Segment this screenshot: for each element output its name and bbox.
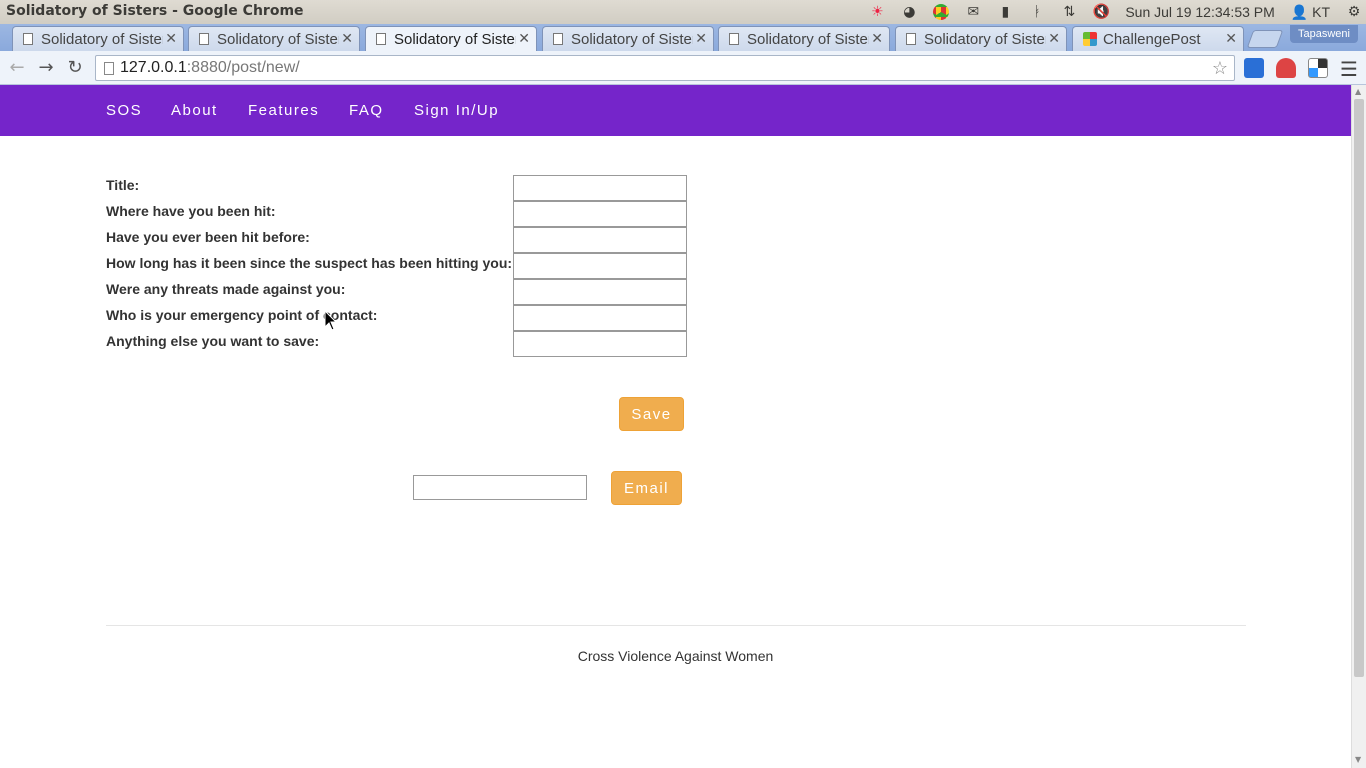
tab-solidatory-1[interactable]: Solidatory of Sisters ✕ — [12, 26, 184, 51]
tab-label: Solidatory of Sisters — [394, 30, 516, 48]
tab-label: Solidatory of Sisters — [41, 30, 163, 48]
extension-icon-1[interactable] — [1244, 58, 1264, 78]
page-scrollbar[interactable]: ▲ ▼ — [1351, 85, 1366, 768]
close-icon[interactable]: ✕ — [871, 30, 883, 47]
url-path: :8880/post/new/ — [186, 59, 300, 76]
chrome-icon[interactable] — [925, 0, 957, 24]
bluetooth-icon[interactable]: ᛓ — [1021, 0, 1053, 24]
tab-label: Solidatory of Sisters — [747, 30, 869, 48]
threats-label: Were any threats made against you: — [106, 281, 346, 297]
extension-icon-3[interactable] — [1308, 58, 1328, 78]
page-icon — [729, 33, 739, 45]
tab-solidatory-6[interactable]: Solidatory of Sisters ✕ — [895, 26, 1067, 51]
page-icon — [23, 33, 33, 45]
page-viewport: SOS About Features FAQ Sign In/Up Title:… — [0, 85, 1351, 768]
clock[interactable]: Sun Jul 19 12:34:53 PM — [1117, 4, 1282, 20]
page-icon — [906, 33, 916, 45]
footer-text: Cross Violence Against Women — [577, 648, 774, 664]
user-icon: 👤 — [1290, 3, 1309, 20]
user-name: KT — [1312, 3, 1330, 20]
hit-location-label: Where have you been hit: — [106, 203, 276, 219]
tab-solidatory-2[interactable]: Solidatory of Sisters ✕ — [188, 26, 360, 51]
reload-icon[interactable]: ↻ — [63, 56, 87, 80]
nav-brand-sos[interactable]: SOS — [106, 102, 142, 119]
system-tray: ☀ ◕ ✉ ▮ ᛓ ⇅ 🔇 Sun Jul 19 12:34:53 PM 👤 K… — [861, 0, 1366, 24]
anything-else-label: Anything else you want to save: — [106, 333, 320, 349]
page-icon — [553, 33, 563, 45]
os-top-bar: Solidatory of Sisters - Google Chrome ☀ … — [0, 0, 1366, 24]
user-menu[interactable]: 👤 KT — [1283, 4, 1342, 21]
hit-before-label: Have you ever been hit before: — [106, 229, 310, 245]
forward-arrow-icon[interactable]: → — [34, 56, 58, 80]
tab-strip: Solidatory of Sisters ✕ Solidatory of Sis… — [0, 24, 1366, 51]
site-navbar: SOS About Features FAQ Sign In/Up — [0, 85, 1351, 136]
menu-hamburger-icon[interactable]: ☰ — [1340, 57, 1358, 81]
challengepost-icon — [1083, 32, 1097, 46]
close-icon[interactable]: ✕ — [1048, 30, 1060, 47]
ubuntu-one-icon[interactable]: ◕ — [893, 0, 925, 24]
close-icon[interactable]: ✕ — [1225, 30, 1237, 47]
duration-label: How long has it been since the suspect h… — [106, 255, 513, 271]
nav-signin[interactable]: Sign In/Up — [414, 102, 499, 119]
close-icon[interactable]: ✕ — [695, 30, 707, 47]
extension-icon-2[interactable] — [1276, 58, 1296, 78]
back-arrow-icon[interactable]: ← — [5, 56, 29, 80]
duration-input[interactable] — [513, 253, 687, 279]
title-label: Title: — [106, 177, 140, 193]
footer-divider — [106, 625, 1246, 626]
tab-label: Solidatory of Sisters — [571, 30, 693, 48]
page-icon — [376, 33, 386, 45]
nav-about[interactable]: About — [171, 102, 218, 119]
close-icon[interactable]: ✕ — [518, 30, 530, 47]
hit-location-input[interactable] — [513, 201, 687, 227]
scroll-down-arrow-icon[interactable]: ▼ — [1355, 755, 1361, 764]
email-button[interactable]: Email — [611, 471, 682, 505]
threats-input[interactable] — [513, 279, 687, 305]
url-host: 127.0.0.1 — [120, 59, 187, 76]
nav-faq[interactable]: FAQ — [349, 102, 384, 119]
profile-badge[interactable]: Tapasweni — [1290, 25, 1358, 43]
volume-muted-icon[interactable]: 🔇 — [1085, 0, 1117, 24]
bookmark-star-icon[interactable]: ☆ — [1212, 58, 1228, 79]
tab-challengepost[interactable]: ChallengePost ✕ — [1072, 26, 1244, 51]
anything-else-input[interactable] — [513, 331, 687, 357]
tab-label: Solidatory of Sisters — [217, 30, 339, 48]
scrollbar-thumb[interactable] — [1354, 99, 1364, 677]
mail-icon[interactable]: ✉ — [957, 0, 989, 24]
tab-label: ChallengePost — [1103, 30, 1201, 48]
close-icon[interactable]: ✕ — [341, 30, 353, 47]
weather-icon[interactable]: ☀ — [861, 0, 893, 24]
window-title: Solidatory of Sisters - Google Chrome — [6, 3, 304, 19]
page-icon — [104, 61, 114, 75]
nav-features[interactable]: Features — [248, 102, 319, 119]
battery-icon[interactable]: ▮ — [989, 0, 1021, 24]
tab-solidatory-5[interactable]: Solidatory of Sisters ✕ — [718, 26, 890, 51]
email-input[interactable] — [413, 475, 587, 500]
scroll-up-arrow-icon[interactable]: ▲ — [1355, 87, 1361, 96]
new-tab-button[interactable] — [1246, 30, 1284, 48]
page-icon — [199, 33, 209, 45]
browser-toolbar: ← → ↻ 127.0.0.1:8880/post/new/ ☆ ☰ — [0, 51, 1366, 85]
mouse-cursor-icon — [324, 310, 338, 331]
emergency-contact-input[interactable] — [513, 305, 687, 331]
close-icon[interactable]: ✕ — [165, 30, 177, 47]
tab-label: Solidatory of Sisters — [924, 30, 1046, 48]
tab-solidatory-3-active[interactable]: Solidatory of Sisters ✕ — [365, 26, 537, 51]
address-bar[interactable]: 127.0.0.1:8880/post/new/ ☆ — [95, 55, 1235, 81]
save-button[interactable]: Save — [619, 397, 684, 431]
title-input[interactable] — [513, 175, 687, 201]
hit-before-input[interactable] — [513, 227, 687, 253]
network-icon[interactable]: ⇅ — [1053, 0, 1085, 24]
settings-gear-icon[interactable]: ⚙ — [1342, 0, 1366, 24]
tab-solidatory-4[interactable]: Solidatory of Sisters ✕ — [542, 26, 714, 51]
